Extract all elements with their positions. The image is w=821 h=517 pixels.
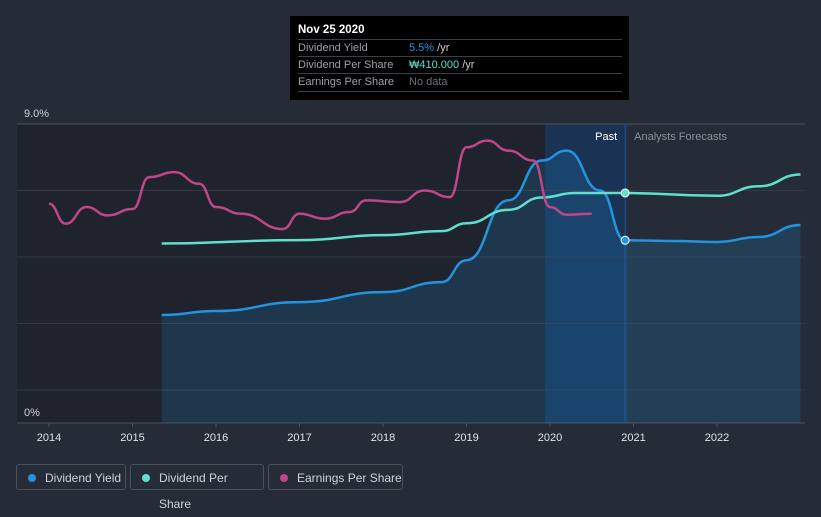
dot-icon [142,474,150,482]
value: ₩410.000 [409,59,460,71]
x-tick-label: 2014 [37,432,61,444]
legend-earnings-per-share[interactable]: Earnings Per Share [268,464,403,490]
label: Dividend Yield [298,42,368,54]
x-tick-label: 2022 [705,432,729,444]
x-tick-label: 2016 [204,432,228,444]
unit: /yr [459,59,475,71]
past-label: Past [595,131,617,143]
tooltip-row-dps: Dividend Per Share ₩410.000 /yr [298,56,622,74]
unit: /yr [434,42,450,54]
legend-label: Dividend Yield [45,471,122,485]
forecast-label: Analysts Forecasts [634,131,727,143]
x-tick-label: 2021 [621,432,645,444]
tooltip-date: Nov 25 2020 [298,24,365,36]
tooltip-row-eps: Earnings Per Share No data [298,73,622,92]
x-tick-label: 2018 [371,432,395,444]
label: Earnings Per Share [298,76,394,88]
dot-icon [28,474,36,482]
value: No data [409,76,448,88]
x-tick-label: 2017 [287,432,311,444]
hover-point [620,188,630,198]
x-tick-label: 2019 [454,432,478,444]
y-tick-label: 0% [24,407,40,419]
y-tick-label: 9.0% [24,108,49,120]
x-tick-label: 2020 [538,432,562,444]
legend-dividend-yield[interactable]: Dividend Yield [16,464,126,490]
value: 5.5% [409,42,435,54]
hover-point [620,235,630,245]
dot-icon [280,474,288,482]
label: Dividend Per Share [298,59,394,71]
tooltip: Nov 25 2020 Dividend Yield 5.5% /yr Divid… [290,16,629,100]
legend-dividend-per-share[interactable]: Dividend Per Share [130,464,264,511]
x-tick-label: 2015 [120,432,144,444]
legend-label: Earnings Per Share [297,471,402,485]
tooltip-row-yield: Dividend Yield 5.5% /yr [298,39,622,57]
